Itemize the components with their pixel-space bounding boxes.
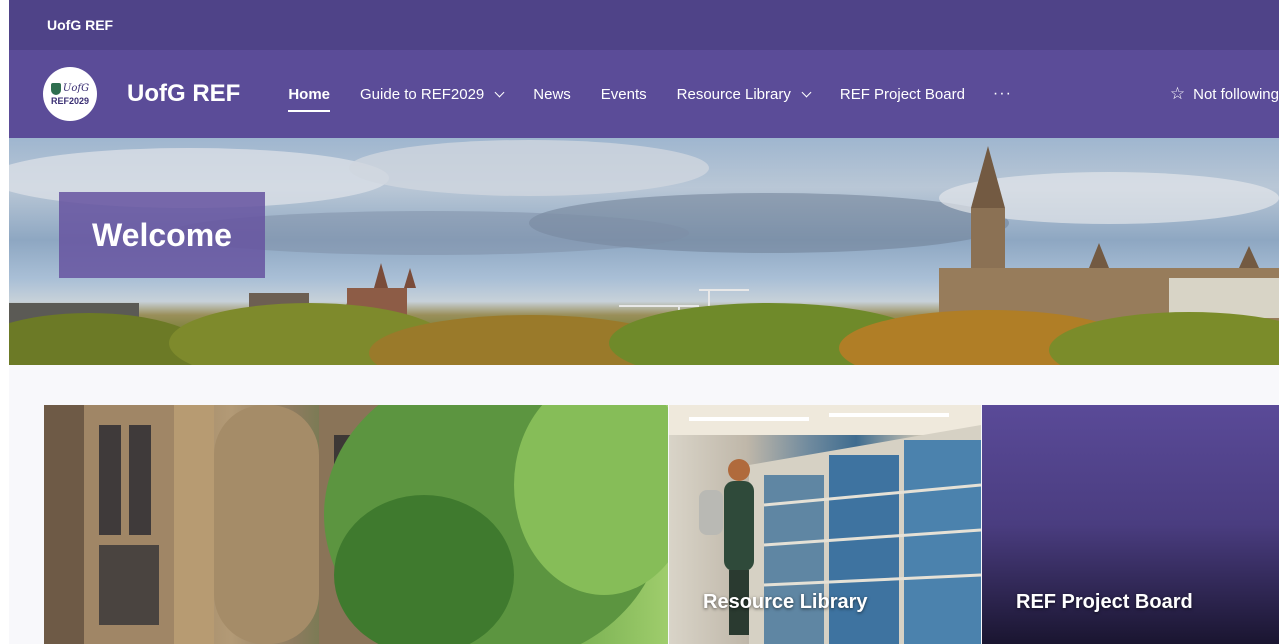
hero-tile-ref-project-board[interactable]: REF Project Board [982, 405, 1279, 644]
hero-tile-campus[interactable] [44, 405, 668, 644]
follow-label: Not following [1193, 85, 1279, 103]
star-icon: ☆ [1169, 84, 1186, 103]
welcome-text: Welcome [92, 216, 232, 253]
nav-item-news[interactable]: News [533, 50, 571, 138]
tile-label-ref-project-board: REF Project Board [1016, 591, 1193, 613]
top-nav: Home Guide to REF2029 News Events Resour… [288, 50, 1012, 138]
site-header: UofG REF2029 UofG REF Home Guide to REF2… [9, 50, 1279, 138]
logo-top: UofG [50, 82, 90, 95]
nav-item-label: Events [600, 85, 647, 103]
nav-item-label: News [533, 85, 571, 103]
chevron-down-icon [494, 87, 505, 97]
crest-icon [50, 82, 61, 95]
site-title[interactable]: UofG REF [127, 80, 240, 108]
nav-item-resource-library[interactable]: Resource Library [676, 50, 812, 138]
nav-item-events[interactable]: Events [601, 50, 647, 138]
welcome-box: Welcome [59, 192, 265, 278]
nav-item-label: REF Project Board [839, 85, 965, 103]
hero-banner: Welcome [9, 138, 1279, 365]
suite-bar-title[interactable]: UofG REF [47, 17, 113, 33]
hero-tile-resource-library[interactable]: Resource Library [669, 405, 981, 644]
nav-item-guide[interactable]: Guide to REF2029 [360, 50, 505, 138]
chevron-down-icon [801, 87, 812, 97]
more-icon[interactable]: ··· [993, 85, 1012, 103]
follow-button[interactable]: ☆ Not following [1170, 50, 1279, 138]
nav-item-ref-project-board[interactable]: REF Project Board [840, 50, 965, 138]
tile-label-resource-library: Resource Library [703, 591, 868, 613]
campus-image [44, 405, 668, 644]
nav-item-label: Home [288, 85, 331, 103]
nav-item-label: Guide to REF2029 [360, 85, 485, 103]
logo-line2: REF2029 [50, 95, 90, 106]
nav-item-label: Resource Library [676, 85, 791, 103]
site-logo[interactable]: UofG REF2029 [43, 67, 97, 121]
nav-item-home[interactable]: Home [288, 50, 330, 138]
logo-line1: UofG [62, 83, 90, 94]
suite-bar: UofG REF [9, 0, 1279, 50]
